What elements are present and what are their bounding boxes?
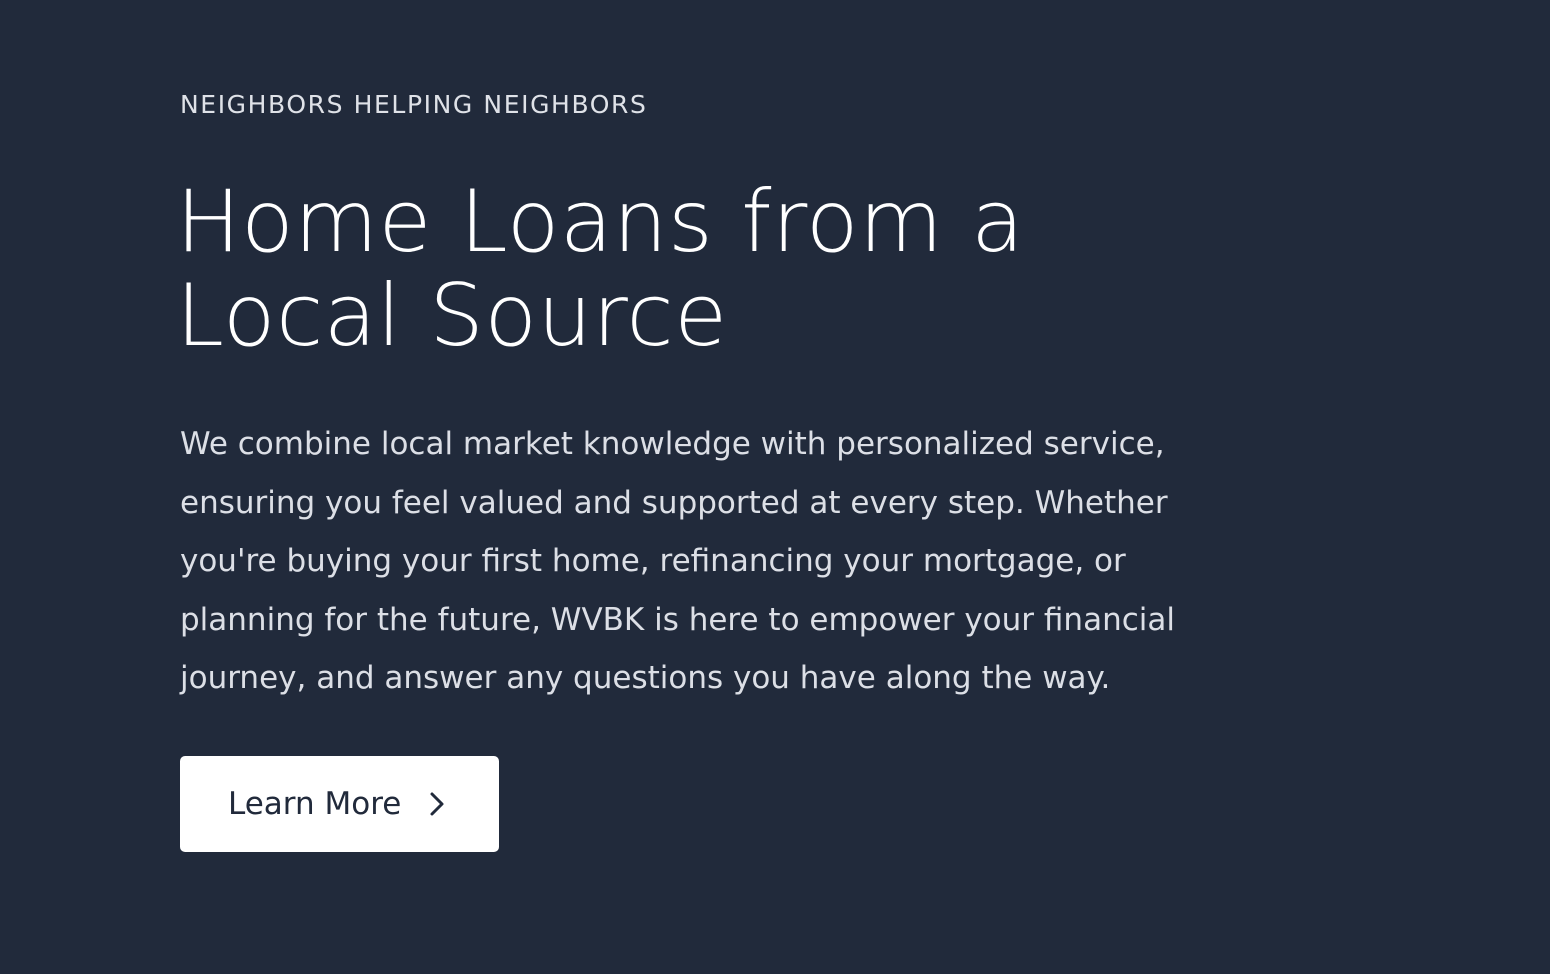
- description-line: planning for the future, WVBK is here to…: [180, 601, 1175, 638]
- description-line: you're buying your first home, refinanci…: [180, 543, 1126, 579]
- headline-line: Local Source: [176, 266, 728, 366]
- hero-description: We combine local market knowledge with p…: [180, 415, 1270, 708]
- headline-line: Home Loans from a: [176, 172, 1025, 272]
- description-line: journey, and answer any questions you ha…: [180, 660, 1111, 696]
- learn-more-label: Learn More: [228, 786, 402, 822]
- eyebrow-text: NEIGHBORS HELPING NEIGHBORS: [180, 90, 648, 119]
- description-line: ensuring you feel valued and supported a…: [180, 484, 1168, 521]
- page-title: Home Loans from a Local Source: [176, 175, 1176, 363]
- description-line: We combine local market knowledge with p…: [180, 426, 1165, 462]
- hero-section: NEIGHBORS HELPING NEIGHBORS Home Loans f…: [0, 0, 1550, 974]
- chevron-right-icon: [429, 790, 445, 818]
- learn-more-button[interactable]: Learn More: [180, 756, 499, 852]
